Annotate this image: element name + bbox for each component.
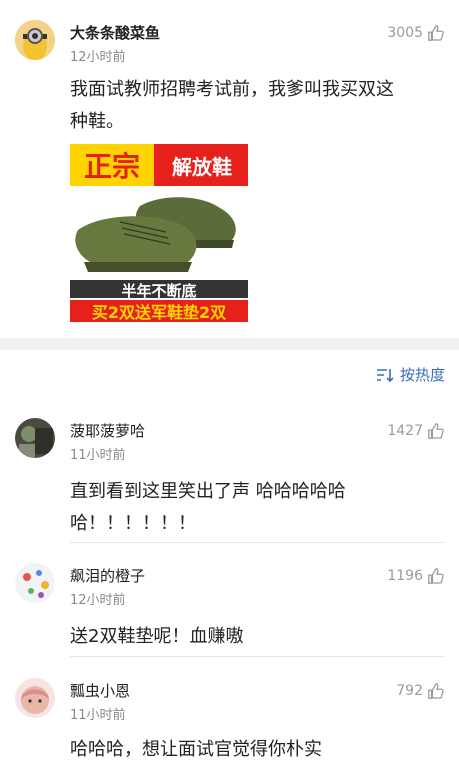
sort-label: 按热度 xyxy=(399,366,445,384)
comment-text-line2: 哈！！！！！！ xyxy=(70,513,196,534)
comment-avatar[interactable] xyxy=(15,418,55,458)
comment-item: 瓢虫小恩 11小时前 792 哈哈哈，想让面试官觉得你朴实 xyxy=(0,678,459,769)
post-text-line1: 我面试教师招聘考试前，我爹叫我买双这 xyxy=(70,79,394,100)
ad-big-text: 正宗 xyxy=(70,144,154,186)
comment-item: 菠耶菠萝哈 11小时前 1427 直到看到这里笑出了声 哈哈哈哈哈 哈！！！！！… xyxy=(0,418,459,540)
comment-like-button[interactable]: 1427 xyxy=(387,422,445,440)
comment-time: 11小时前 xyxy=(70,708,126,723)
avatar-photo-icon xyxy=(15,418,55,458)
comment-like-count: 792 xyxy=(396,683,423,699)
comment-author-name[interactable]: 飙泪的橙子 xyxy=(70,565,145,586)
comment-separator xyxy=(70,542,445,543)
comment-like-count: 1196 xyxy=(387,568,423,584)
main-post: 大条条酸菜鱼 12小时前 3005 我面试教师招聘考试前，我爹叫我买双这 种鞋。… xyxy=(0,0,459,338)
thumbs-up-icon xyxy=(428,25,444,41)
ad-banner: 正宗 解放鞋 xyxy=(70,144,248,186)
comment-text-line1: 送2双鞋垫呢！血赚嗷 xyxy=(70,626,244,647)
comment-time: 11小时前 xyxy=(70,448,126,463)
sort-icon xyxy=(376,368,394,382)
ad-line1: 半年不断底 xyxy=(70,280,248,300)
post-author-avatar[interactable] xyxy=(15,20,55,60)
thumbs-up-icon xyxy=(428,683,444,699)
minion-avatar-icon xyxy=(15,20,55,60)
post-text-line2: 种鞋。 xyxy=(70,111,124,132)
post-like-count: 3005 xyxy=(387,25,423,41)
comment-like-count: 1427 xyxy=(387,423,423,439)
shoe-illustration xyxy=(70,186,248,280)
post-like-button[interactable]: 3005 xyxy=(387,24,445,42)
comment-author-name[interactable]: 瓢虫小恩 xyxy=(70,680,130,701)
ad-line2: 买2双送军鞋垫2双 xyxy=(70,300,248,322)
thumbs-up-icon xyxy=(428,423,444,439)
comment-text-line1: 哈哈哈，想让面试官觉得你朴实 xyxy=(70,739,322,760)
comment-text-line1: 直到看到这里笑出了声 哈哈哈哈哈 xyxy=(70,481,346,502)
comment-like-button[interactable]: 792 xyxy=(396,682,445,700)
comment-avatar[interactable] xyxy=(15,678,55,718)
post-author-name[interactable]: 大条条酸菜鱼 xyxy=(70,22,160,43)
comment-separator xyxy=(70,656,445,657)
comment-item: 飙泪的橙子 12小时前 1196 送2双鞋垫呢！血赚嗷 xyxy=(0,563,459,653)
avatar-girl-icon xyxy=(15,678,55,718)
comment-like-button[interactable]: 1196 xyxy=(387,567,445,585)
section-divider xyxy=(0,338,459,350)
thumbs-up-icon xyxy=(428,568,444,584)
ad-small-text: 解放鞋 xyxy=(172,154,232,179)
comment-time: 12小时前 xyxy=(70,593,126,608)
sort-button[interactable]: 按热度 xyxy=(376,364,445,385)
avatar-dots-icon xyxy=(15,563,55,603)
post-time: 12小时前 xyxy=(70,50,126,65)
post-image[interactable]: 正宗 解放鞋 半年不断底 买2双送军鞋垫2双 xyxy=(70,144,248,322)
comment-avatar[interactable] xyxy=(15,563,55,603)
comment-author-name[interactable]: 菠耶菠萝哈 xyxy=(70,420,145,441)
